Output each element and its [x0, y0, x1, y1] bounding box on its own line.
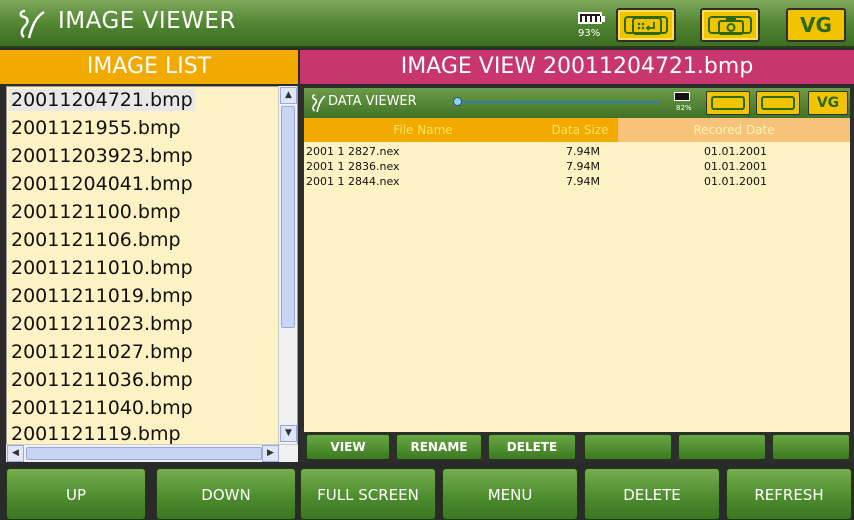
column-header-recorded-date: Recored Date — [618, 118, 850, 142]
data-viewer-blank-button — [772, 434, 850, 460]
title-bar: IMAGE VIEWER 93% VG — [0, 0, 854, 48]
list-item[interactable]: 2001121119.bmp — [11, 423, 181, 445]
scroll-up-icon[interactable]: ▲ — [280, 87, 297, 104]
list-item[interactable]: 2001121106.bmp — [11, 229, 181, 251]
vertical-scroll-thumb[interactable] — [281, 106, 295, 328]
data-viewer-camera-icon — [756, 91, 800, 115]
app-logo-icon — [19, 9, 45, 39]
data-viewer-view-button: VIEW — [306, 434, 390, 460]
battery-icon: 93% — [574, 6, 610, 42]
table-cell-size: 7.94M — [566, 160, 600, 173]
camera-icon — [718, 18, 744, 35]
delete-button[interactable]: DELETE — [584, 468, 720, 520]
list-item[interactable]: 20011211019.bmp — [11, 285, 193, 307]
list-item[interactable]: 20011204721.bmp — [9, 89, 195, 111]
list-item[interactable]: 2001121100.bmp — [11, 201, 181, 223]
data-viewer-slider-knob — [453, 97, 462, 106]
app-title: IMAGE VIEWER — [58, 8, 236, 34]
list-item[interactable]: 20011211010.bmp — [11, 257, 193, 279]
vg-button[interactable]: VG — [786, 8, 846, 42]
data-viewer-logo-icon — [311, 94, 326, 113]
app-window: IMAGE VIEWER 93% VG IMAGE LIST 200112047… — [0, 0, 854, 520]
refresh-button[interactable]: REFRESH — [726, 468, 852, 520]
data-viewer-blank-button — [678, 434, 766, 460]
table-cell-name: 2001 1 2836.nex — [306, 160, 400, 173]
data-viewer-battery-icon: 82% — [672, 90, 698, 116]
list-item[interactable]: 20011211040.bmp — [11, 397, 193, 419]
down-button[interactable]: DOWN — [156, 468, 296, 520]
column-header-file-name: File Name — [393, 123, 453, 137]
list-item[interactable]: 20011204041.bmp — [11, 173, 193, 195]
camera-button[interactable] — [700, 8, 760, 42]
image-list-header: IMAGE LIST — [0, 50, 298, 84]
horizontal-scrollbar[interactable]: ◀ ▶ — [6, 444, 298, 462]
scroll-left-icon[interactable]: ◀ — [7, 445, 24, 462]
vertical-scrollbar[interactable]: ▲ ▼ — [278, 86, 297, 444]
scroll-down-icon[interactable]: ▼ — [280, 425, 297, 442]
enter-key-icon — [632, 17, 662, 35]
data-viewer-title: DATA VIEWER — [328, 94, 417, 109]
table-cell-size: 7.94M — [566, 175, 600, 188]
column-header-data-size: Data Size — [551, 123, 609, 137]
menu-button[interactable]: MENU — [442, 468, 578, 520]
table-cell-name: 2001 1 2844.nex — [306, 175, 400, 188]
list-item[interactable]: 20011203923.bmp — [11, 145, 193, 167]
data-viewer-vg-label: VG — [808, 91, 848, 115]
data-viewer-delete-button: DELETE — [488, 434, 576, 460]
table-cell-size: 7.94M — [566, 145, 600, 158]
data-viewer-blank-button — [584, 434, 672, 460]
list-item[interactable]: 20011211023.bmp — [11, 313, 193, 335]
data-viewer-enter-icon — [706, 91, 750, 115]
table-cell-date: 01.01.2001 — [704, 145, 767, 158]
enter-button[interactable] — [616, 8, 676, 42]
table-cell-date: 01.01.2001 — [704, 175, 767, 188]
list-item[interactable]: 20011211027.bmp — [11, 341, 193, 363]
data-viewer-rename-button: RENAME — [396, 434, 482, 460]
scroll-right-icon[interactable]: ▶ — [262, 445, 279, 462]
table-cell-date: 01.01.2001 — [704, 160, 767, 173]
full-screen-button[interactable]: FULL SCREEN — [300, 468, 436, 520]
data-viewer-battery-percent: 82% — [676, 104, 692, 112]
up-button[interactable]: UP — [6, 468, 146, 520]
image-list[interactable]: 20011204721.bmp 2001121955.bmp 200112039… — [6, 86, 298, 462]
horizontal-scroll-thumb[interactable] — [26, 447, 262, 460]
list-item[interactable]: 20011211036.bmp — [11, 369, 193, 391]
data-viewer-slider — [456, 101, 660, 103]
battery-percent: 93% — [578, 28, 601, 39]
list-item[interactable]: 2001121955.bmp — [11, 117, 181, 139]
table-cell-name: 2001 1 2827.nex — [306, 145, 400, 158]
image-view-header: IMAGE VIEW 20011204721.bmp — [300, 50, 854, 84]
